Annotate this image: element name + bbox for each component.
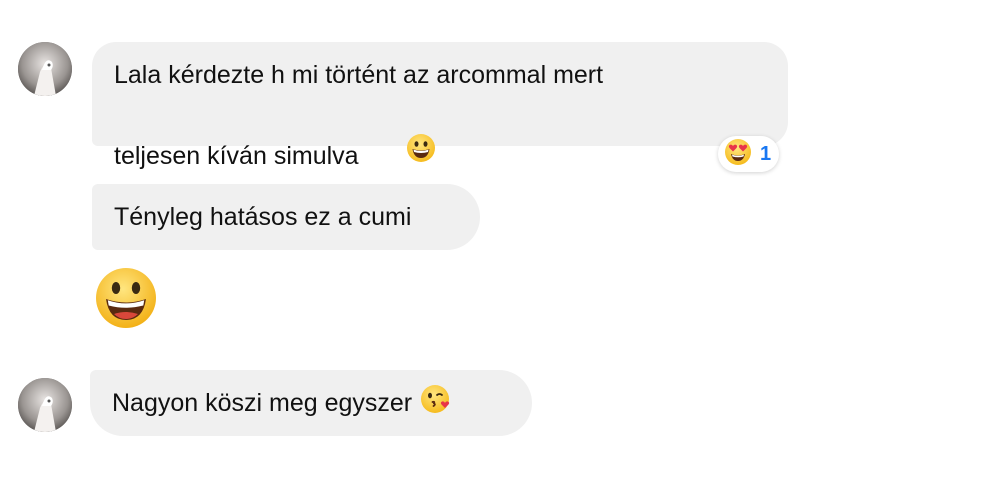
message-bubble[interactable]: Tényleg hatásos ez a cumi — [92, 184, 480, 250]
avatar[interactable] — [18, 378, 72, 432]
avatar[interactable] — [18, 42, 72, 96]
message-bubble[interactable]: Lala kérdezte h mi történt az arcommal m… — [92, 42, 788, 170]
message-bubble[interactable]: Nagyon köszi meg egyszer — [90, 370, 532, 436]
message-text-line: teljesen kíván simulva — [114, 142, 359, 170]
grinning-face-icon[interactable] — [94, 266, 158, 335]
message-text: Tényleg hatásos ez a cumi — [114, 203, 412, 231]
reaction-count: 1 — [760, 142, 772, 165]
reaction-badge[interactable]: 1 — [718, 136, 780, 172]
heart-eyes-face-icon — [724, 138, 752, 171]
face-blowing-a-kiss-icon — [420, 383, 452, 436]
message-text-line: Lala kérdezte h mi történt az arcommal m… — [114, 61, 604, 89]
message-text: Nagyon köszi meg egyszer — [112, 389, 413, 417]
